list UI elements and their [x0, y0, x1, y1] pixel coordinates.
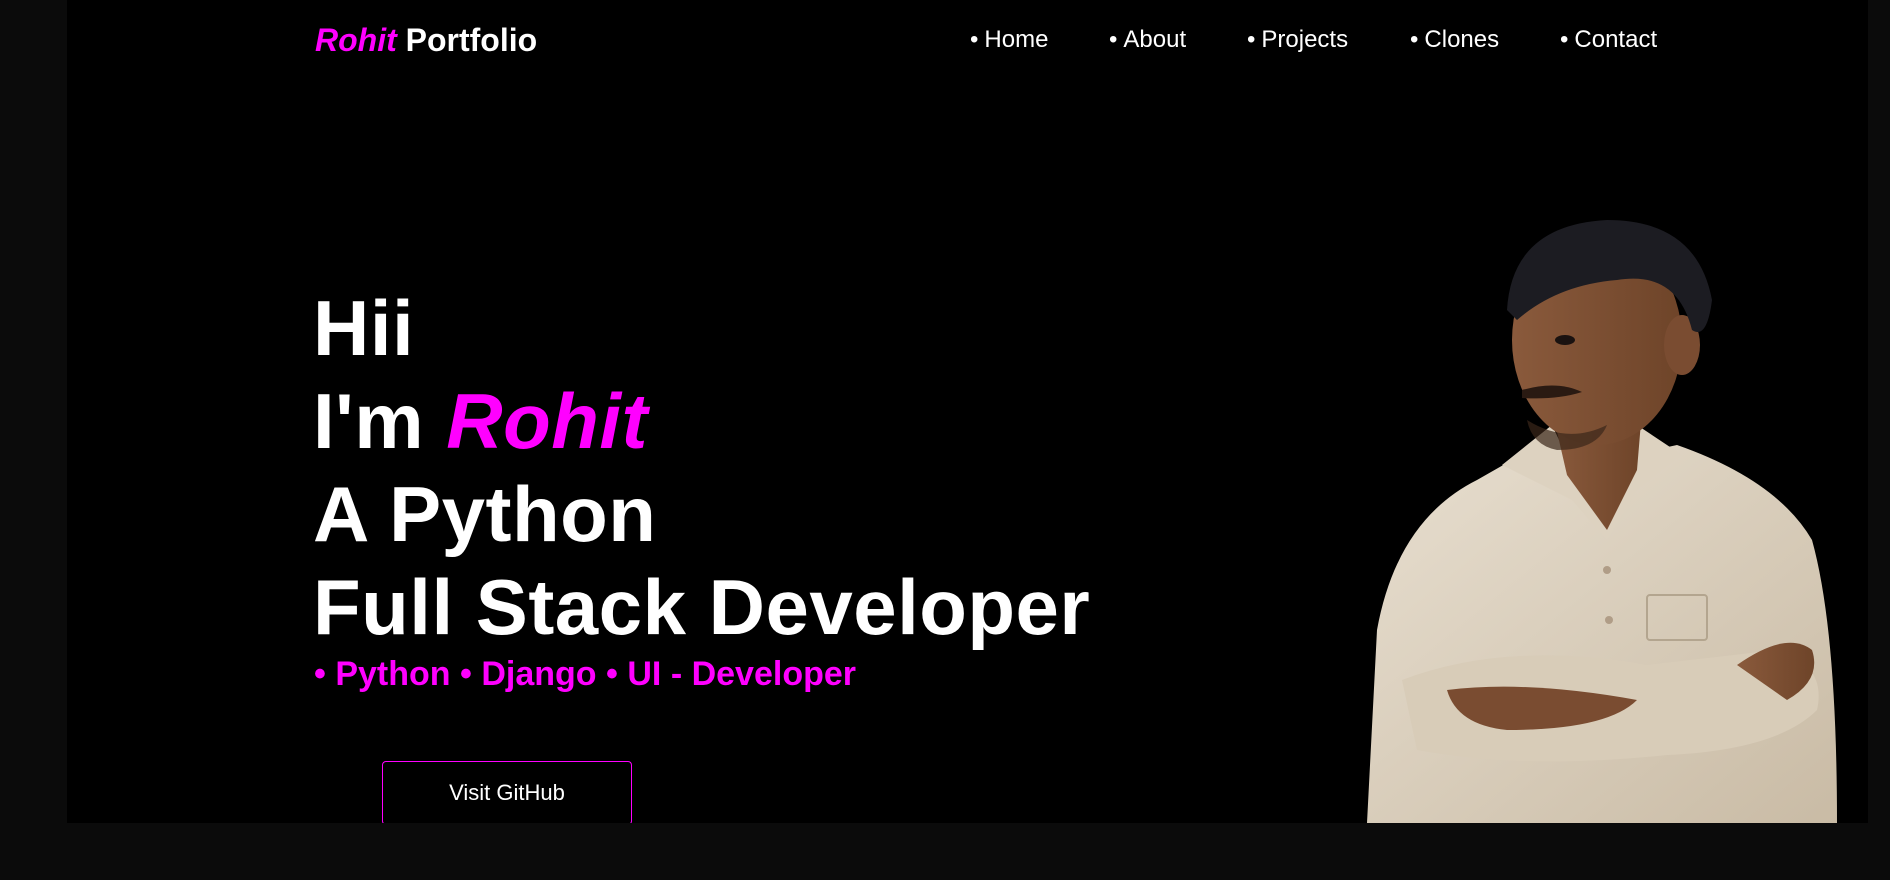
brand-first-name: Rohit	[315, 22, 397, 58]
profile-photo-icon	[1367, 220, 1837, 823]
nav-bullet-icon: •	[970, 26, 979, 53]
hero-name: Rohit	[446, 377, 649, 465]
hero-greeting: Hii	[313, 284, 415, 372]
nav-bullet-icon: •	[1410, 26, 1419, 53]
nav-item-clones[interactable]: • Clones	[1410, 24, 1499, 56]
nav-bullet-icon: •	[1560, 26, 1569, 53]
page-container: Rohit Portfolio • Home • About • Projects •…	[67, 0, 1868, 823]
hero-role-line-2: Full Stack Developer	[313, 563, 1091, 651]
hero-skills: • Python • Django • UI - Developer	[314, 655, 856, 693]
nav-item-projects[interactable]: • Projects	[1247, 24, 1348, 56]
nav-item-about[interactable]: • About	[1109, 24, 1186, 56]
nav-item-label: Clones	[1424, 26, 1500, 53]
hero-role-line-1: A Python	[313, 470, 657, 558]
nav-bullet-icon: •	[1247, 26, 1256, 53]
nav-item-home[interactable]: • Home	[970, 24, 1048, 56]
nav-item-label: Projects	[1261, 26, 1349, 53]
nav-item-label: Contact	[1574, 26, 1658, 53]
visit-github-button[interactable]: Visit GitHub	[382, 761, 632, 823]
brand-logo[interactable]: Rohit Portfolio	[315, 20, 537, 60]
nav-item-label: Home	[984, 26, 1049, 53]
hero-im-text: I'm	[313, 377, 425, 465]
brand-portfolio-text: Portfolio	[405, 22, 538, 58]
nav-item-contact[interactable]: • Contact	[1560, 24, 1657, 56]
hero-intro: I'm Rohit	[313, 376, 648, 466]
nav-item-label: About	[1123, 26, 1187, 53]
nav-bullet-icon: •	[1109, 26, 1118, 53]
